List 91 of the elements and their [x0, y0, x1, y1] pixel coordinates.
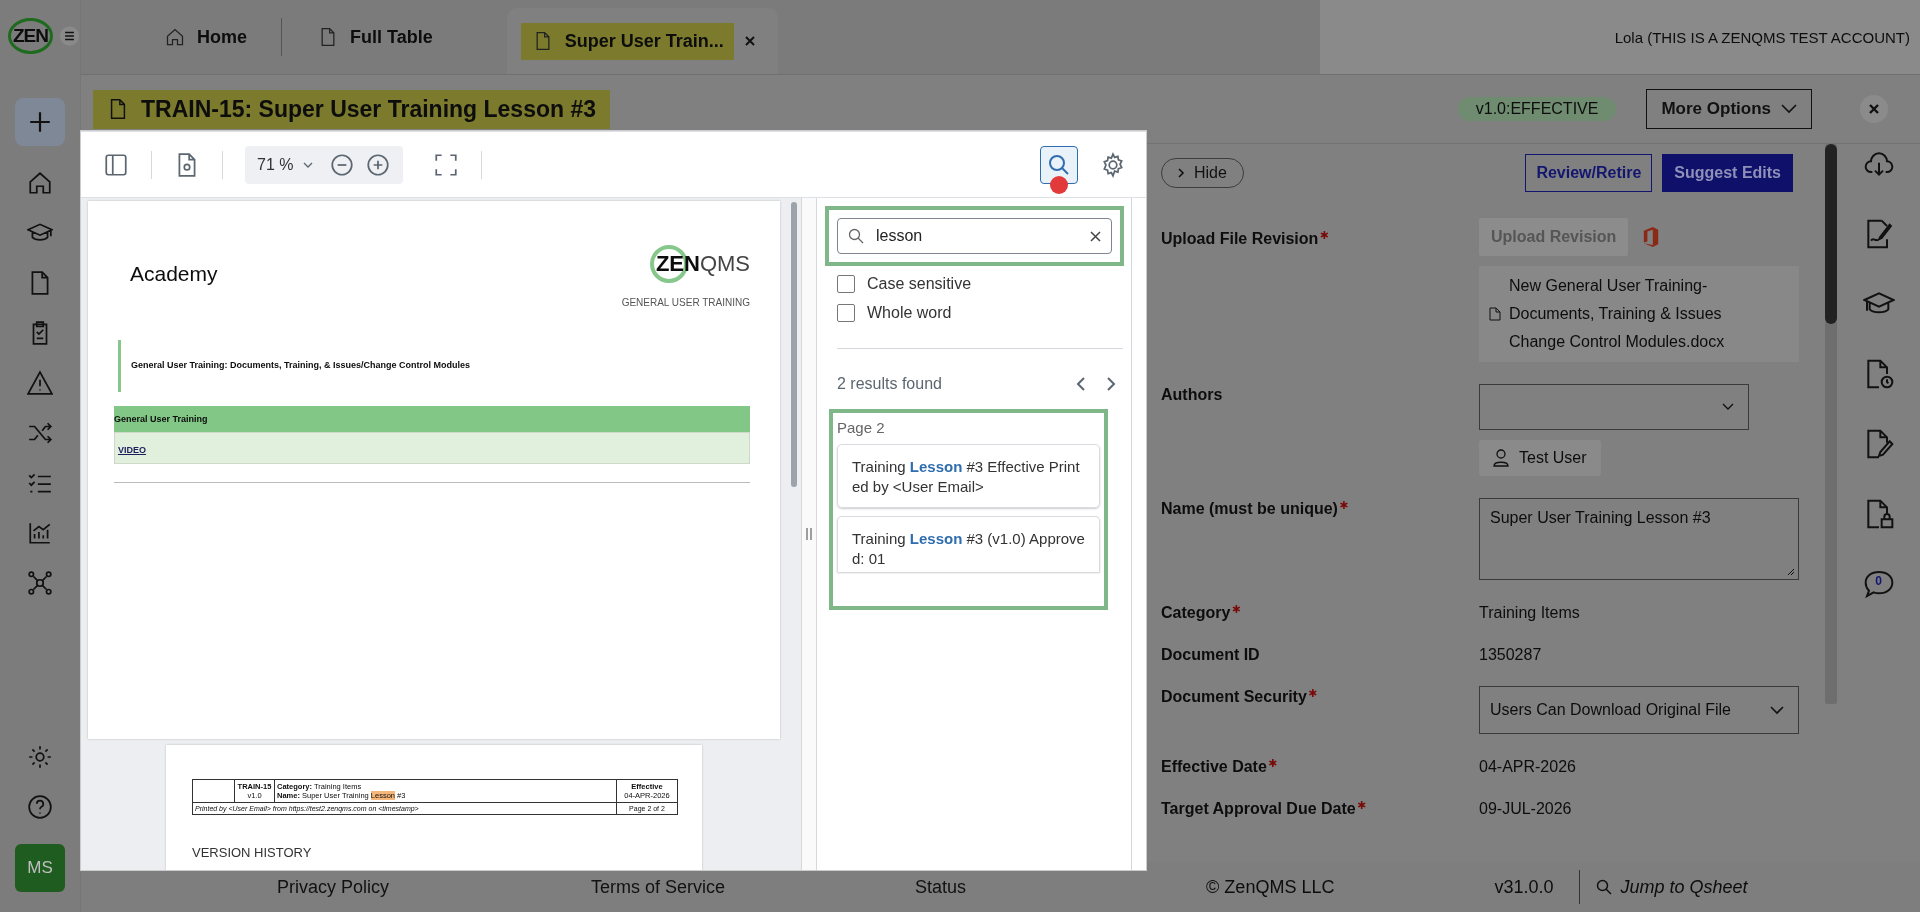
search-result[interactable]: Training Lesson #3 Effective Printed by <User Email>: [837, 444, 1100, 508]
comments-button[interactable]: 0: [1862, 568, 1895, 600]
search-icon: [848, 228, 864, 244]
close-icon[interactable]: [1860, 95, 1888, 123]
field-label: Name (must be unique): [1161, 500, 1348, 518]
click-indicator-icon: [1050, 176, 1068, 194]
copyright: © ZenQMS LLC: [1206, 876, 1335, 898]
scrollbar-thumb[interactable]: [791, 202, 797, 487]
next-result-icon[interactable]: [1105, 376, 1117, 392]
file-attachment[interactable]: New General User Training- Documents, Training & Issues Change Control Modules.docx: [1479, 266, 1799, 362]
menu-icon[interactable]: [59, 24, 80, 48]
home-icon[interactable]: [27, 170, 53, 196]
more-options-button[interactable]: More Options: [1646, 89, 1812, 129]
logo-caption: GENERAL USER TRAINING: [621, 297, 750, 308]
user-chip[interactable]: Test User: [1479, 440, 1601, 476]
footer-link[interactable]: Terms of Service: [591, 876, 726, 898]
section-heading: VERSION HISTORY: [192, 845, 313, 860]
resize-handle-icon[interactable]: [805, 528, 813, 540]
checkbox-label: Case sensitive: [867, 275, 972, 293]
footer-link[interactable]: Privacy Policy: [277, 876, 390, 898]
zoom-out-icon[interactable]: [329, 151, 356, 178]
tab[interactable]: Full Table: [282, 18, 467, 56]
field-value: 1350287: [1479, 645, 1542, 664]
field-value: 09-JUL-2026: [1479, 799, 1572, 818]
fullscreen-icon[interactable]: [433, 151, 460, 178]
field-label: Target Approval Due Date: [1161, 800, 1366, 818]
close-icon[interactable]: [743, 35, 756, 47]
field-label: Effective Date: [1161, 758, 1277, 776]
add-button[interactable]: [15, 98, 65, 146]
speech-bubble-icon: [1862, 568, 1895, 600]
chart-icon[interactable]: [27, 520, 53, 546]
field-label: Category: [1161, 604, 1241, 622]
sidebar-toggle-icon[interactable]: [103, 151, 129, 178]
chevron-down-icon: [1722, 403, 1734, 411]
search-result[interactable]: Training Lesson #3 (v1.0) Approved: 01: [837, 516, 1100, 572]
authors-dropdown[interactable]: [1479, 384, 1749, 430]
user-avatar[interactable]: MS: [15, 844, 65, 892]
footer-link[interactable]: Status: [915, 876, 967, 898]
chevron-right-icon: [1176, 167, 1186, 179]
page-label: Page 2: [837, 419, 886, 436]
search-button[interactable]: [1040, 145, 1078, 184]
account-name[interactable]: Lola (THIS IS A ZENQMS TEST ACCOUNT): [1320, 0, 1920, 74]
resize-grip-icon[interactable]: [1785, 566, 1795, 576]
settings-icon[interactable]: [27, 744, 53, 770]
home-icon: [165, 27, 185, 47]
warning-icon[interactable]: [27, 370, 53, 396]
search-icon: [1047, 152, 1071, 177]
shuffle-icon[interactable]: [27, 420, 53, 446]
user-icon: [1493, 449, 1509, 467]
search-icon: [1596, 879, 1613, 895]
field-label: Document ID: [1161, 646, 1260, 664]
tab[interactable]: Super User Train...: [506, 8, 778, 74]
chevron-down-icon: [303, 161, 314, 168]
field-label: Upload File Revision: [1161, 230, 1329, 248]
results-count: 2 results found: [837, 375, 942, 393]
help-icon[interactable]: [27, 794, 53, 820]
chevron-down-icon: [1781, 104, 1797, 114]
zoom-dropdown[interactable]: 71 %: [257, 155, 314, 174]
video-link[interactable]: VIDEO: [118, 445, 146, 455]
search-field[interactable]: lesson: [837, 218, 1112, 254]
file-icon: [1489, 307, 1501, 321]
checkbox[interactable]: [837, 275, 855, 293]
version-number: v31.0.0: [1494, 876, 1554, 898]
tab[interactable]: Home: [129, 18, 282, 56]
zen-logo[interactable]: ZEN: [8, 18, 53, 54]
checkbox[interactable]: [837, 304, 855, 322]
security-dropdown[interactable]: Users Can Download Original File: [1479, 686, 1799, 734]
zoom-in-icon[interactable]: [365, 151, 392, 178]
field-value: 04-APR-2026: [1479, 757, 1576, 776]
scrollbar-thumb[interactable]: [1825, 144, 1837, 324]
callout-text: General User Training: Documents, Training, & Issues/Change Control Modules: [118, 340, 750, 392]
field-label: Authors: [1161, 386, 1223, 404]
review-retire-button[interactable]: Review/Retire: [1525, 154, 1653, 192]
clear-icon[interactable]: [1090, 230, 1101, 242]
jump-to-qsheet-link[interactable]: Jump to Qsheet: [1579, 870, 1748, 904]
document-title-text: TRAIN-15: Super User Training Lesson #3: [141, 95, 596, 123]
table-header: General User Training: [114, 406, 750, 432]
checkbox-label: Whole word: [867, 304, 952, 322]
status-badge: v1.0:EFFECTIVE: [1457, 97, 1617, 121]
name-textarea[interactable]: Super User Training Lesson #3: [1479, 498, 1799, 580]
previous-result-icon[interactable]: [1075, 376, 1087, 392]
office-icon: [1642, 226, 1661, 248]
page-heading: Academy: [130, 262, 218, 286]
settings-icon[interactable]: [1100, 151, 1126, 178]
zenqms-logo: ZENQMS: [649, 245, 750, 283]
field-value: Training Items: [1479, 603, 1580, 622]
field-label: Document Security: [1161, 688, 1317, 706]
plus-icon: [27, 109, 53, 135]
chevron-down-icon: [1770, 705, 1784, 715]
suggest-edits-button[interactable]: Suggest Edits: [1662, 154, 1793, 192]
network-icon[interactable]: [27, 570, 53, 596]
